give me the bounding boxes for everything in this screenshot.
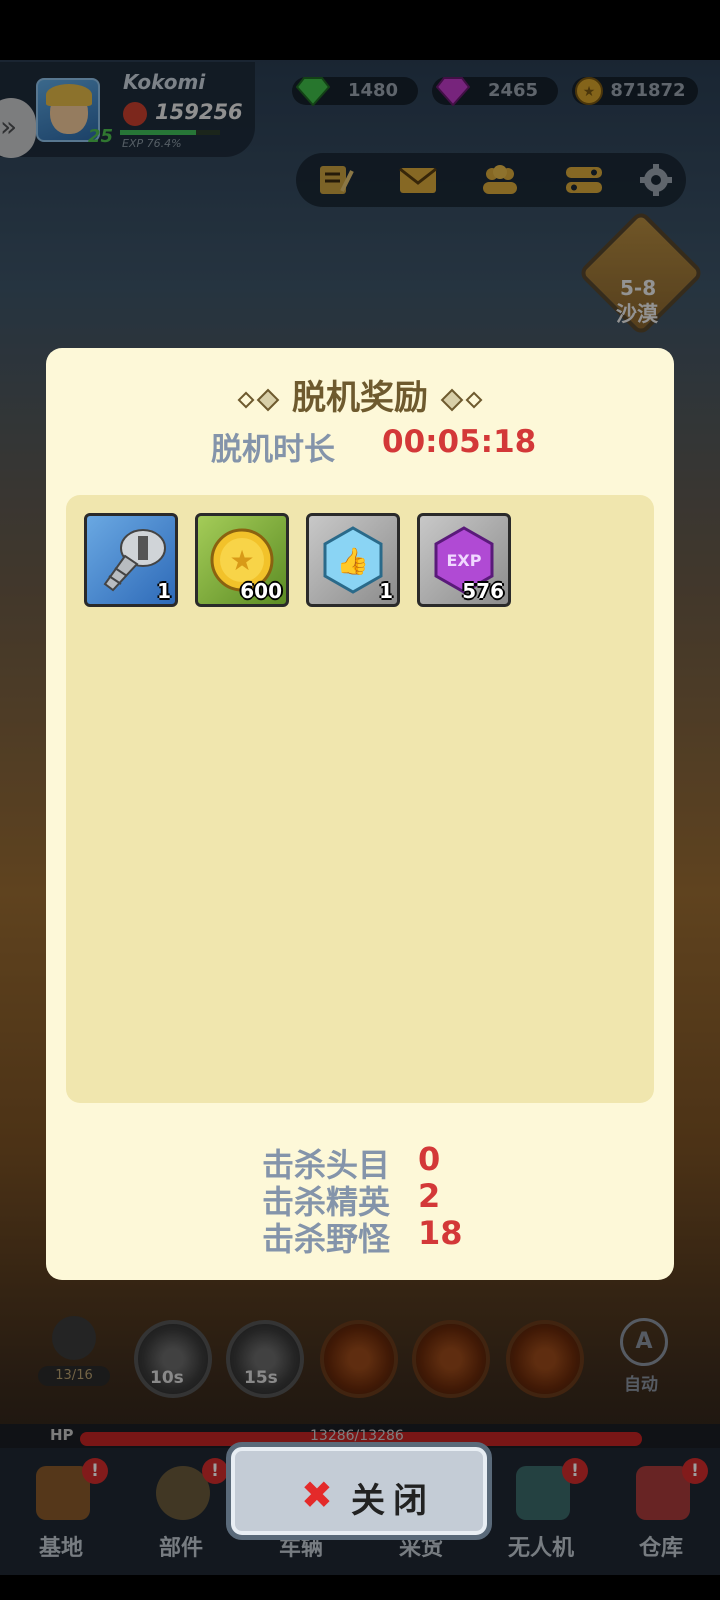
close-icon: ✖ bbox=[301, 1473, 333, 1517]
diamond-ornament-icon bbox=[465, 391, 483, 408]
dialog-title: 脱机奖励 bbox=[292, 378, 428, 418]
diamond-ornament-icon bbox=[256, 388, 280, 411]
stat-value: 2 bbox=[418, 1177, 441, 1215]
reward-count: 1 bbox=[157, 579, 171, 603]
stat-boss-kills: 击杀头目 0 bbox=[46, 1140, 674, 1184]
svg-text:EXP: EXP bbox=[447, 551, 482, 570]
reward-item[interactable]: EXP 576 bbox=[417, 513, 511, 607]
svg-text:👍: 👍 bbox=[337, 546, 369, 577]
reward-item[interactable]: 1 bbox=[84, 513, 178, 607]
dialog-title-row: 脱机奖励 bbox=[46, 370, 674, 419]
diamond-ornament-icon bbox=[440, 388, 464, 411]
offline-duration-value: 00:05:18 bbox=[382, 424, 537, 460]
stat-value: 0 bbox=[418, 1140, 441, 1178]
reward-count: 1 bbox=[379, 579, 393, 603]
reward-count: 576 bbox=[462, 579, 504, 603]
close-button[interactable]: ✖ 关闭 bbox=[226, 1442, 492, 1540]
reward-item[interactable]: ★ 600 bbox=[195, 513, 289, 607]
offline-reward-dialog: 脱机奖励 脱机时长 00:05:18 1 ★ 600 👍 1 EXP 576 击… bbox=[46, 348, 674, 1280]
diamond-ornament-icon bbox=[237, 391, 255, 408]
close-button-label: 关闭 bbox=[351, 1481, 435, 1521]
stat-elite-kills: 击杀精英 2 bbox=[46, 1177, 674, 1221]
reward-item[interactable]: 👍 1 bbox=[306, 513, 400, 607]
reward-count: 600 bbox=[240, 579, 282, 603]
reward-list: 1 ★ 600 👍 1 EXP 576 bbox=[66, 495, 654, 1103]
offline-duration-label: 脱机时长 bbox=[211, 432, 335, 468]
svg-text:★: ★ bbox=[229, 544, 254, 577]
stat-value: 18 bbox=[418, 1214, 463, 1252]
stat-monster-kills: 击杀野怪 18 bbox=[46, 1214, 674, 1258]
stat-label: 击杀野怪 bbox=[262, 1220, 391, 1258]
